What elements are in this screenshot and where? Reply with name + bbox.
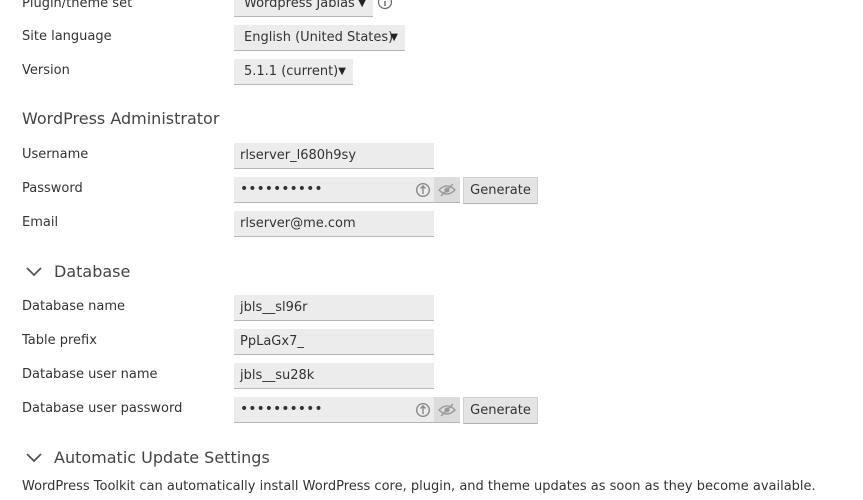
database-section-title[interactable]: Database (54, 262, 130, 282)
plugin-theme-set-label: Plugin/theme set (22, 0, 133, 11)
email-input[interactable]: rlserver@me.com (234, 211, 434, 237)
admin-section-title: WordPress Administrator (22, 109, 220, 128)
toggle-password-visibility[interactable] (434, 177, 460, 203)
username-label: Username (22, 147, 89, 162)
username-input[interactable]: rlserver_l680h9sy (234, 143, 434, 169)
password-input[interactable]: •••••••••• (234, 177, 434, 203)
plugin-theme-set-select[interactable]: Wordpress Jablas ▼ (234, 0, 373, 17)
password-field: •••••••••• (234, 177, 460, 203)
site-language-label: Site language (22, 29, 112, 44)
generate-db-password-button[interactable]: Generate (463, 397, 538, 424)
table-prefix-input[interactable]: PpLaGx7_ (234, 329, 434, 355)
dropdown-arrow-icon: ▼ (338, 66, 346, 77)
generate-password-button[interactable]: Generate (463, 177, 538, 204)
db-name-label: Database name (22, 299, 126, 314)
dropdown-arrow-icon: ▼ (390, 32, 398, 43)
info-icon[interactable] (377, 0, 393, 10)
plugin-theme-set-value: Wordpress Jablas (244, 0, 355, 11)
eye-slash-icon (438, 183, 456, 197)
version-select[interactable]: 5.1.1 (current) ▼ (234, 59, 353, 85)
db-user-input[interactable]: jbls__su28k (234, 363, 434, 389)
version-value: 5.1.1 (current) (244, 64, 339, 79)
version-label: Version (22, 63, 70, 78)
eye-slash-icon (438, 403, 456, 417)
auto-update-description: WordPress Toolkit can automatically inst… (22, 479, 816, 494)
password-strength-icon (415, 402, 431, 418)
chevron-down-icon[interactable] (24, 262, 44, 282)
db-password-label: Database user password (22, 401, 183, 416)
password-label: Password (22, 181, 83, 196)
db-password-input[interactable]: •••••••••• (234, 397, 434, 423)
table-prefix-label: Table prefix (22, 333, 97, 348)
db-name-input[interactable]: jbls__sl96r (234, 295, 434, 321)
password-strength-icon (415, 182, 431, 198)
toggle-db-password-visibility[interactable] (434, 397, 460, 423)
db-user-label: Database user name (22, 367, 158, 382)
site-language-select[interactable]: English (United States) ▼ (234, 25, 405, 51)
db-password-field: •••••••••• (234, 397, 460, 423)
site-language-value: English (United States) (244, 30, 394, 45)
chevron-down-icon[interactable] (24, 448, 44, 468)
auto-update-section-title[interactable]: Automatic Update Settings (54, 448, 270, 468)
dropdown-arrow-icon: ▼ (358, 0, 366, 9)
email-label: Email (22, 215, 59, 230)
